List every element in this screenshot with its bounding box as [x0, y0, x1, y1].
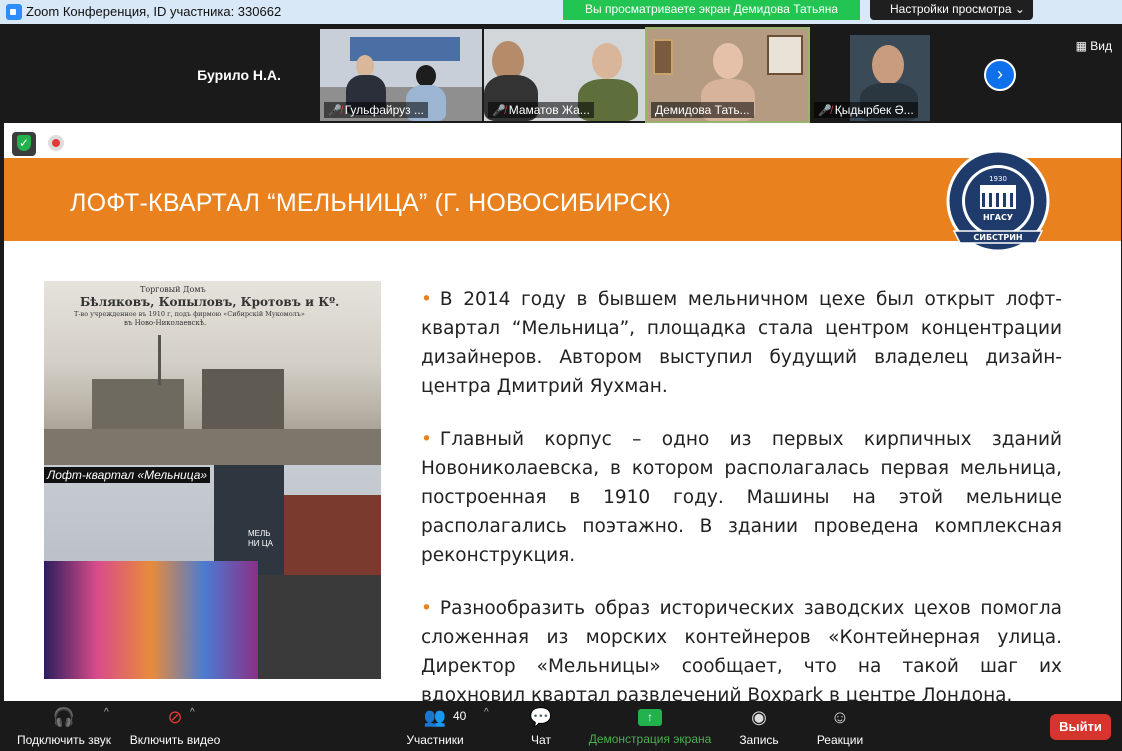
mural-wall: [44, 561, 258, 679]
meeting-toolbar: 🎧 Подключить звук ^ ⊘ Включить видео ^ 👥…: [0, 701, 1122, 751]
bullet-dot-icon: •: [421, 289, 432, 310]
zoom-app-icon: [6, 4, 22, 20]
smiley-icon: ☺: [830, 707, 850, 727]
participant-name-tag: 🎤̸ Маматов Жа...: [488, 102, 594, 118]
historic-ground: [44, 429, 381, 465]
start-video-label: Включить видео: [129, 733, 221, 747]
reactions-button[interactable]: ☺ Реакции: [812, 705, 868, 747]
participant-name-tag: 🎤̸ Қыдырбек Ә...: [814, 102, 918, 118]
bullet-dot-icon: •: [421, 429, 432, 450]
shared-screen: ЛОФТ-КВАРТАЛ “МЕЛЬНИЦА” (Г. НОВОСИБИРСК)…: [4, 123, 1121, 701]
view-label: Вид: [1090, 39, 1112, 53]
participant-name-tag: Демидова Тать...: [651, 102, 754, 118]
participants-label: Участники: [406, 733, 464, 747]
photo-caption: Лофт-квартал «Мельница»: [44, 467, 211, 483]
share-screen-label: Демонстрация экрана: [588, 732, 712, 746]
record-button[interactable]: ◉ Запись: [736, 705, 782, 747]
slide-bullet: • В 2014 году в бывшем мельничном цехе бы…: [421, 285, 1062, 401]
slide-bullet: • Разнообразить образ исторических заводс…: [421, 594, 1062, 701]
historic-caption-line: Бѣляковъ, Копыловъ, Кротовъ и Кº.: [80, 295, 340, 309]
video-off-icon: ⊘: [167, 707, 183, 727]
container-wall: [258, 575, 381, 679]
view-button[interactable]: ▦ Вид: [1076, 39, 1112, 53]
participant-tile[interactable]: 🎤̸ Гульфайруз ...: [320, 29, 482, 121]
grid-icon: ▦: [1075, 39, 1087, 53]
chevron-right-icon: ›: [997, 64, 1003, 84]
building-sign: МЕЛЬ НИ ЦА: [248, 529, 274, 548]
participant-name: Бурило Н.А.: [197, 67, 281, 83]
person-head: [713, 43, 743, 79]
bullet-text: Разнообразить образ исторических заводск…: [421, 598, 1062, 701]
participant-tile[interactable]: 🎤̸ Қыдырбек Ә...: [810, 29, 972, 121]
participant-tile[interactable]: Бурило Н.А.: [158, 29, 320, 121]
participant-name: Демидова Тать...: [655, 103, 750, 117]
historic-photo: Торговый Домъ Бѣляковъ, Копыловъ, Кротов…: [44, 281, 381, 465]
historic-building: [92, 379, 184, 429]
share-screen-icon: ↑: [638, 709, 662, 726]
slide-bullet: • Главный корпус – одно из первых кирпичн…: [421, 425, 1062, 570]
video-options-caret[interactable]: ^: [190, 707, 195, 718]
wall-frame: [653, 39, 673, 75]
screen-share-banner: Вы просматриваете экран Демидова Татьяна: [563, 0, 860, 20]
bullet-dot-icon: •: [421, 598, 432, 619]
participant-name: Гульфайруз ...: [344, 103, 425, 117]
historic-building: [202, 369, 284, 429]
mic-muted-icon: 🎤̸: [818, 105, 832, 117]
mic-muted-icon: 🎤̸: [328, 105, 342, 117]
participants-count: 40: [453, 709, 467, 723]
unmute-label: Подключить звук: [16, 733, 112, 747]
participants-options-caret[interactable]: ^: [484, 707, 489, 718]
person-head: [356, 55, 374, 77]
recording-indicator-icon: [48, 135, 64, 151]
participant-name-tag: 🎤̸ Гульфайруз ...: [324, 102, 429, 118]
view-options-label: Настройки просмотра: [890, 2, 1012, 16]
chat-button[interactable]: 💬 Чат: [522, 705, 560, 747]
participant-strip: Бурило Н.А. 🎤̸ Гульфайруз ... 🎤̸ Маматов Ж…: [4, 27, 1122, 123]
window-title: Zoom Конференция, ID участника: 330662: [26, 4, 282, 19]
share-screen-button[interactable]: ↑ Демонстрация экрана: [585, 705, 715, 746]
security-shield-icon[interactable]: [12, 132, 36, 156]
next-page-button[interactable]: ›: [984, 59, 1016, 91]
wall-frame: [767, 35, 803, 75]
reactions-label: Реакции: [816, 733, 864, 747]
start-video-button[interactable]: ⊘ Включить видео: [126, 705, 224, 747]
mic-muted-icon: 🎤̸: [492, 105, 506, 117]
leave-meeting-button[interactable]: Выйти: [1050, 714, 1111, 740]
person-head: [592, 43, 622, 79]
historic-caption-line: Торговый Домъ: [140, 285, 206, 294]
unmute-button[interactable]: 🎧 Подключить звук: [14, 705, 114, 747]
person-head: [872, 45, 904, 85]
chevron-down-icon: ⌄: [1014, 2, 1025, 16]
logo-banner: СИБСТРИН: [973, 233, 1022, 242]
chimney: [158, 335, 161, 385]
participant-tile[interactable]: 🎤̸ Маматов Жа...: [484, 29, 646, 121]
record-icon: ◉: [751, 707, 767, 727]
window-title-bar: Zoom Конференция, ID участника: 330662 В…: [0, 0, 1122, 24]
participant-name: Қыдырбек Ә...: [834, 103, 914, 117]
audio-options-caret[interactable]: ^: [104, 707, 109, 718]
modern-photo: МЕЛЬ НИ ЦА: [44, 465, 381, 679]
slide-photo-collage: Торговый Домъ Бѣляковъ, Копыловъ, Кротов…: [44, 281, 381, 679]
bullet-text: В 2014 году в бывшем мельничном цехе был…: [421, 289, 1062, 397]
chat-label: Чат: [531, 733, 551, 747]
historic-caption-line: въ Ново-Николаевскѣ.: [124, 319, 207, 327]
slide-bullet-list: • В 2014 году в бывшем мельничном цехе бы…: [421, 285, 1062, 701]
headphones-icon: 🎧: [52, 707, 76, 727]
person-head: [416, 65, 436, 87]
slide-title: ЛОФТ-КВАРТАЛ “МЕЛЬНИЦА” (Г. НОВОСИБИРСК): [70, 189, 672, 217]
participant-name: Маматов Жа...: [508, 103, 590, 117]
participant-tile-active-speaker[interactable]: Демидова Тать...: [645, 27, 810, 123]
university-logo: 1930 НГАСУ СИБСТРИН: [946, 149, 1050, 253]
record-label: Запись: [739, 733, 779, 747]
view-options-button[interactable]: Настройки просмотра ⌄: [870, 0, 1033, 20]
logo-year: 1930: [989, 175, 1007, 183]
chat-icon: 💬: [529, 707, 553, 727]
logo-abbr: НГАСУ: [983, 213, 1013, 222]
bullet-text: Главный корпус – одно из первых кирпичны…: [421, 429, 1062, 566]
historic-caption-line: Т-во учрежденное въ 1910 г, подъ фирмою …: [74, 310, 305, 318]
